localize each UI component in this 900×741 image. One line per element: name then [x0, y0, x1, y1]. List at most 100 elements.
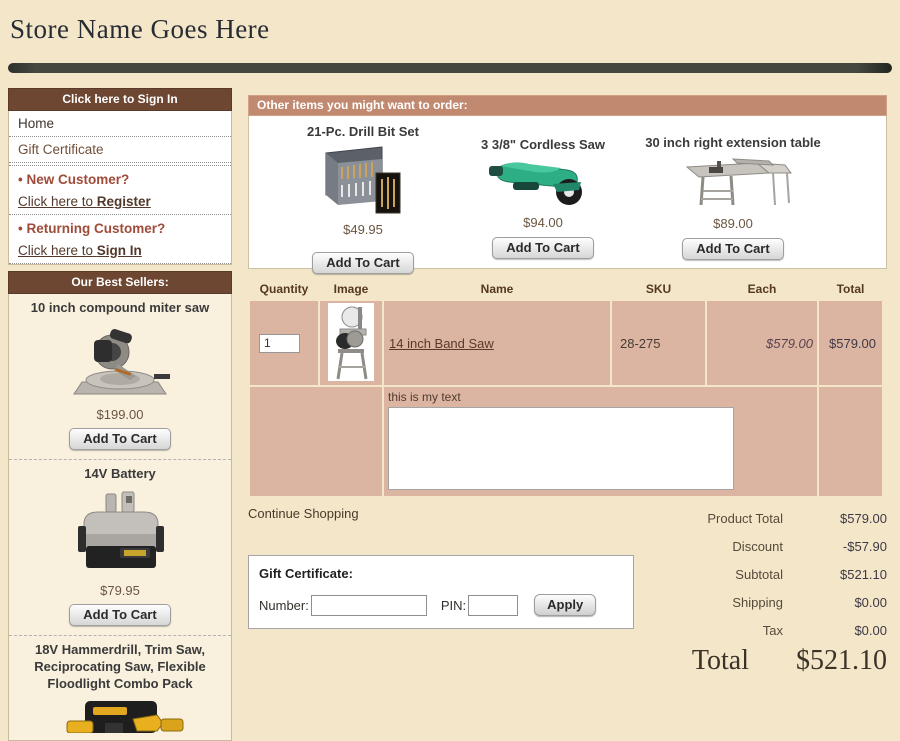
totals-value: $521.10 [783, 568, 887, 581]
register-link-bold: Register [97, 194, 151, 209]
sidebar-item-gift-certificate[interactable]: Gift Certificate [9, 137, 231, 163]
gift-pin-input[interactable] [468, 595, 518, 616]
best-seller-item: 18V Hammerdrill, Trim Saw, Reciprocating… [9, 636, 231, 739]
product-price: $49.95 [263, 222, 463, 237]
page-title: Store Name Goes Here [10, 14, 270, 45]
quantity-cell [250, 301, 318, 385]
sku-cell: 28-275 [612, 301, 705, 385]
each-cell: $579.00 [707, 301, 817, 385]
sidebar: Click here to Sign In Home Gift Certific… [8, 88, 232, 741]
new-customer-label: • New Customer? [9, 165, 231, 189]
totals-label: Subtotal [735, 568, 783, 581]
totals-value: -$57.90 [783, 540, 887, 553]
register-link[interactable]: Click here to Register [9, 189, 231, 215]
cart-footer: Continue Shopping Gift Certificate: Numb… [248, 506, 887, 677]
cart-item-row: 14 inch Band Saw 28-275 $579.00 $579.00 [250, 301, 882, 385]
gift-pin-label: PIN: [441, 598, 466, 613]
best-sellers-header: Our Best Sellers: [8, 271, 232, 294]
quantity-input[interactable] [259, 334, 300, 353]
band-saw-image [328, 303, 374, 381]
product-name[interactable]: 10 inch compound miter saw [13, 300, 227, 317]
suggested-item: 3 3/8" Cordless Saw $94.00 Add To Cart [463, 116, 623, 268]
best-seller-item: 14V Battery $79.95 [9, 460, 231, 636]
column-quantity: Quantity [250, 280, 318, 299]
combo-pack-image [13, 699, 227, 738]
signin-link-bold: Sign In [97, 243, 142, 258]
best-seller-item: 10 inch compound miter saw [9, 294, 231, 460]
product-name: 30 inch right extension table [623, 135, 843, 150]
drill-bit-set-image [263, 143, 463, 220]
product-price: $89.00 [623, 216, 843, 231]
totals-value: $0.00 [783, 624, 887, 637]
main-content: Other items you might want to order: 21-… [248, 95, 887, 677]
gift-certificate-box: Gift Certificate: Number: PIN: Apply [248, 555, 634, 629]
apply-button[interactable]: Apply [534, 594, 596, 616]
column-name: Name [384, 280, 610, 299]
best-sellers-panel: Our Best Sellers: 10 inch compound miter… [8, 271, 232, 741]
signin-link-prefix: Click here to [18, 243, 97, 258]
header-divider-bar [8, 63, 892, 73]
continue-shopping-link[interactable]: Continue Shopping [248, 506, 640, 521]
product-name[interactable]: 14V Battery [13, 466, 227, 483]
signin-panel: Click here to Sign In Home Gift Certific… [8, 88, 232, 265]
add-to-cart-button[interactable]: Add To Cart [492, 237, 593, 259]
name-cell: 14 inch Band Saw [384, 301, 610, 385]
grand-total-label: Total [692, 645, 749, 677]
add-to-cart-button[interactable]: Add To Cart [312, 252, 413, 274]
totals-label: Tax [763, 624, 783, 637]
product-price: $199.00 [13, 407, 227, 422]
gift-number-input[interactable] [311, 595, 427, 616]
suggested-item: 21-Pc. Drill Bit Set [263, 116, 463, 268]
miter-saw-image [13, 324, 227, 403]
totals-row: Tax $0.00 [640, 624, 887, 637]
signin-link[interactable]: Click here to Sign In [9, 238, 231, 264]
product-price: $79.95 [13, 583, 227, 598]
totals-row: Subtotal $521.10 [640, 568, 887, 581]
gift-number-label: Number: [259, 598, 309, 613]
totals-row: Product Total $579.00 [640, 512, 887, 525]
sidebar-item-home[interactable]: Home [9, 111, 231, 137]
add-to-cart-button[interactable]: Add To Cart [69, 428, 170, 450]
totals-row: Shipping $0.00 [640, 596, 887, 609]
suggested-item: 30 inch right extension table $ [623, 116, 843, 268]
battery-image [13, 490, 227, 579]
order-totals: Product Total $579.00 Discount -$57.90 S… [640, 512, 887, 677]
cart-header-row: Quantity Image Name SKU Each Total [250, 280, 882, 299]
add-to-cart-button[interactable]: Add To Cart [682, 238, 783, 260]
signin-panel-body: Home Gift Certificate • New Customer? Cl… [8, 111, 232, 265]
gift-certificate-title: Gift Certificate: [259, 566, 623, 581]
add-to-cart-button[interactable]: Add To Cart [69, 604, 170, 626]
cart-empty-cell [819, 387, 882, 496]
order-note-textarea[interactable] [388, 407, 734, 490]
product-name: 21-Pc. Drill Bit Set [263, 124, 463, 139]
column-sku: SKU [612, 280, 705, 299]
totals-label: Shipping [732, 596, 783, 609]
image-cell [320, 301, 382, 385]
suggestions-header: Other items you might want to order: [248, 95, 887, 116]
column-each: Each [707, 280, 817, 299]
totals-label: Product Total [707, 512, 783, 525]
total-cell: $579.00 [819, 301, 882, 385]
column-total: Total [819, 280, 882, 299]
extension-table-image: 30 inch right extension table [623, 135, 843, 214]
suggestions-body: 21-Pc. Drill Bit Set [248, 116, 887, 269]
grand-total-value: $521.10 [749, 645, 887, 677]
note-label: this is my text [388, 390, 813, 404]
best-sellers-body: 10 inch compound miter saw [8, 294, 232, 741]
cart-note-row: this is my text [250, 387, 882, 496]
note-cell: this is my text [384, 387, 817, 496]
column-image: Image [320, 280, 382, 299]
totals-value: $579.00 [783, 512, 887, 525]
cart-item-link[interactable]: 14 inch Band Saw [389, 336, 494, 351]
register-link-prefix: Click here to [18, 194, 97, 209]
grand-total-row: Total $521.10 [640, 645, 887, 677]
product-price: $94.00 [463, 215, 623, 230]
cart-empty-cell [250, 387, 382, 496]
cart-table: Quantity Image Name SKU Each Total [248, 278, 884, 498]
totals-row: Discount -$57.90 [640, 540, 887, 553]
returning-customer-label: • Returning Customer? [9, 215, 231, 238]
product-name[interactable]: 18V Hammerdrill, Trim Saw, Reciprocating… [13, 642, 227, 693]
footer-left: Continue Shopping Gift Certificate: Numb… [248, 506, 640, 677]
signin-panel-header[interactable]: Click here to Sign In [8, 88, 232, 111]
cordless-saw-image [463, 156, 623, 213]
